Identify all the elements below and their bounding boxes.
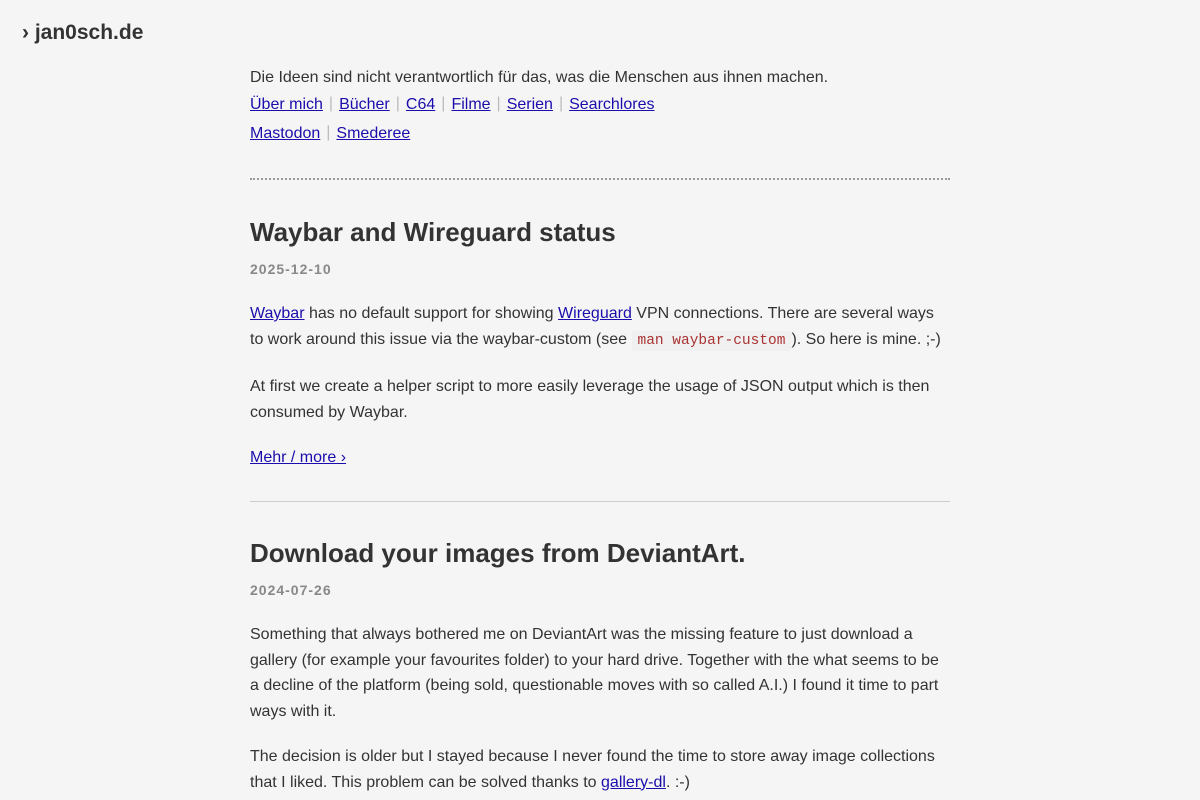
post-deviantart: Download your images from DeviantArt. 20… <box>250 537 950 795</box>
nav-link-searchlores[interactable]: Searchlores <box>569 96 654 113</box>
nav-link-c64[interactable]: C64 <box>406 96 435 113</box>
nav-link-about[interactable]: Über mich <box>250 96 323 113</box>
nav-link-movies[interactable]: Filme <box>451 96 490 113</box>
inline-code: man waybar-custom <box>631 330 792 351</box>
nav-separator: | <box>328 95 334 112</box>
post-title: Waybar and Wireguard status <box>250 217 616 247</box>
header-divider <box>250 178 950 180</box>
site-nav: Über mich | Bücher | C64 | Filme | Serien | Search… <box>250 90 950 148</box>
nav-link-mastodon[interactable]: Mastodon <box>250 125 320 142</box>
paragraph-text: ). So here is mine. ;-) <box>791 330 941 348</box>
post-waybar-wireguard: Waybar and Wireguard status 2025-12-10 W… <box>250 216 950 471</box>
nav-separator: | <box>326 124 331 141</box>
post-title: Download your images from DeviantArt. <box>250 538 746 568</box>
post-divider <box>250 501 950 502</box>
link-waybar[interactable]: Waybar <box>250 305 305 322</box>
post-date: 2024-07-26 <box>250 582 332 598</box>
main-content: Die Ideen sind nicht verantwortlich für … <box>250 66 950 791</box>
nav-separator: | <box>558 95 564 112</box>
post-paragraph: Waybar has no default support for showin… <box>250 301 950 354</box>
nav-link-smederee[interactable]: Smederee <box>336 125 410 142</box>
read-more-paragraph: Mehr / more › <box>250 445 950 471</box>
link-wireguard[interactable]: Wireguard <box>558 305 632 322</box>
tagline: Die Ideen sind nicht verantwortlich für … <box>250 69 829 86</box>
post-date: 2025-12-10 <box>250 261 332 277</box>
paragraph-text: has no default support for showing <box>304 305 559 322</box>
nav-link-books[interactable]: Bücher <box>339 96 390 113</box>
paragraph-text: The decision is older but I stayed becau… <box>250 748 935 791</box>
post-paragraph: The decision is older but I stayed becau… <box>250 744 950 795</box>
link-gallery-dl[interactable]: gallery-dl <box>601 774 666 791</box>
nav-link-series[interactable]: Serien <box>507 96 553 113</box>
nav-row-1: Über mich | Bücher | C64 | Filme | Serien | Search… <box>250 90 950 119</box>
nav-separator: | <box>395 95 400 112</box>
nav-separator: | <box>496 95 501 112</box>
nav-separator: | <box>441 95 446 112</box>
post-paragraph: Something that always bothered me on Dev… <box>250 626 939 720</box>
site-title-link[interactable]: › jan0sch.de <box>22 20 143 46</box>
nav-row-2: Mastodon | Smederee <box>250 119 950 148</box>
read-more-link[interactable]: Mehr / more › <box>250 449 346 466</box>
paragraph-text: . :-) <box>665 773 690 791</box>
post-paragraph: At first we create a helper script to mo… <box>250 378 930 421</box>
